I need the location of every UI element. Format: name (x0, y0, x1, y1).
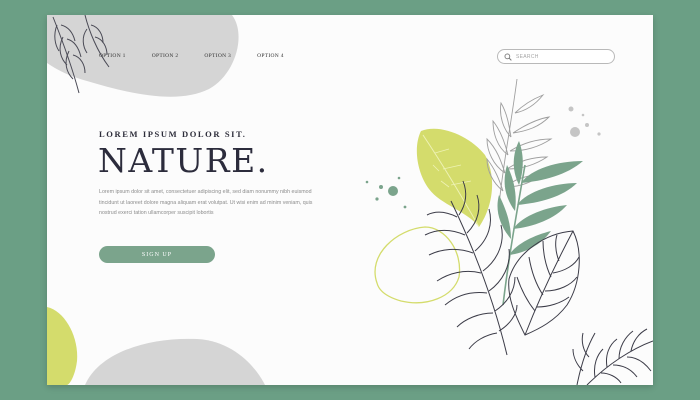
nav-option-4[interactable]: OPTION 4 (257, 53, 284, 59)
search-box[interactable] (497, 49, 615, 64)
landing-page: OPTION 1 OPTION 2 OPTION 3 OPTION 4 LORE… (47, 15, 653, 385)
hero-title: NATURE. (98, 141, 269, 180)
nav-option-2[interactable]: OPTION 2 (152, 53, 179, 59)
nav-option-3[interactable]: OPTION 3 (204, 53, 231, 59)
palm-icon (497, 141, 583, 306)
leaf-icon (416, 128, 493, 228)
top-nav: OPTION 1 OPTION 2 OPTION 3 OPTION 4 (99, 53, 284, 59)
hero-body: Lorem ipsum dolor sit amet, consectetuer… (99, 189, 313, 216)
fern-icon (572, 328, 653, 385)
search-icon (504, 53, 512, 61)
hero-eyebrow: LOREM IPSUM DOLOR SIT. (99, 129, 247, 139)
sign-up-button[interactable]: SIGN UP (99, 246, 215, 263)
nav-option-1[interactable]: OPTION 1 (99, 53, 126, 59)
search-input[interactable] (516, 53, 611, 60)
